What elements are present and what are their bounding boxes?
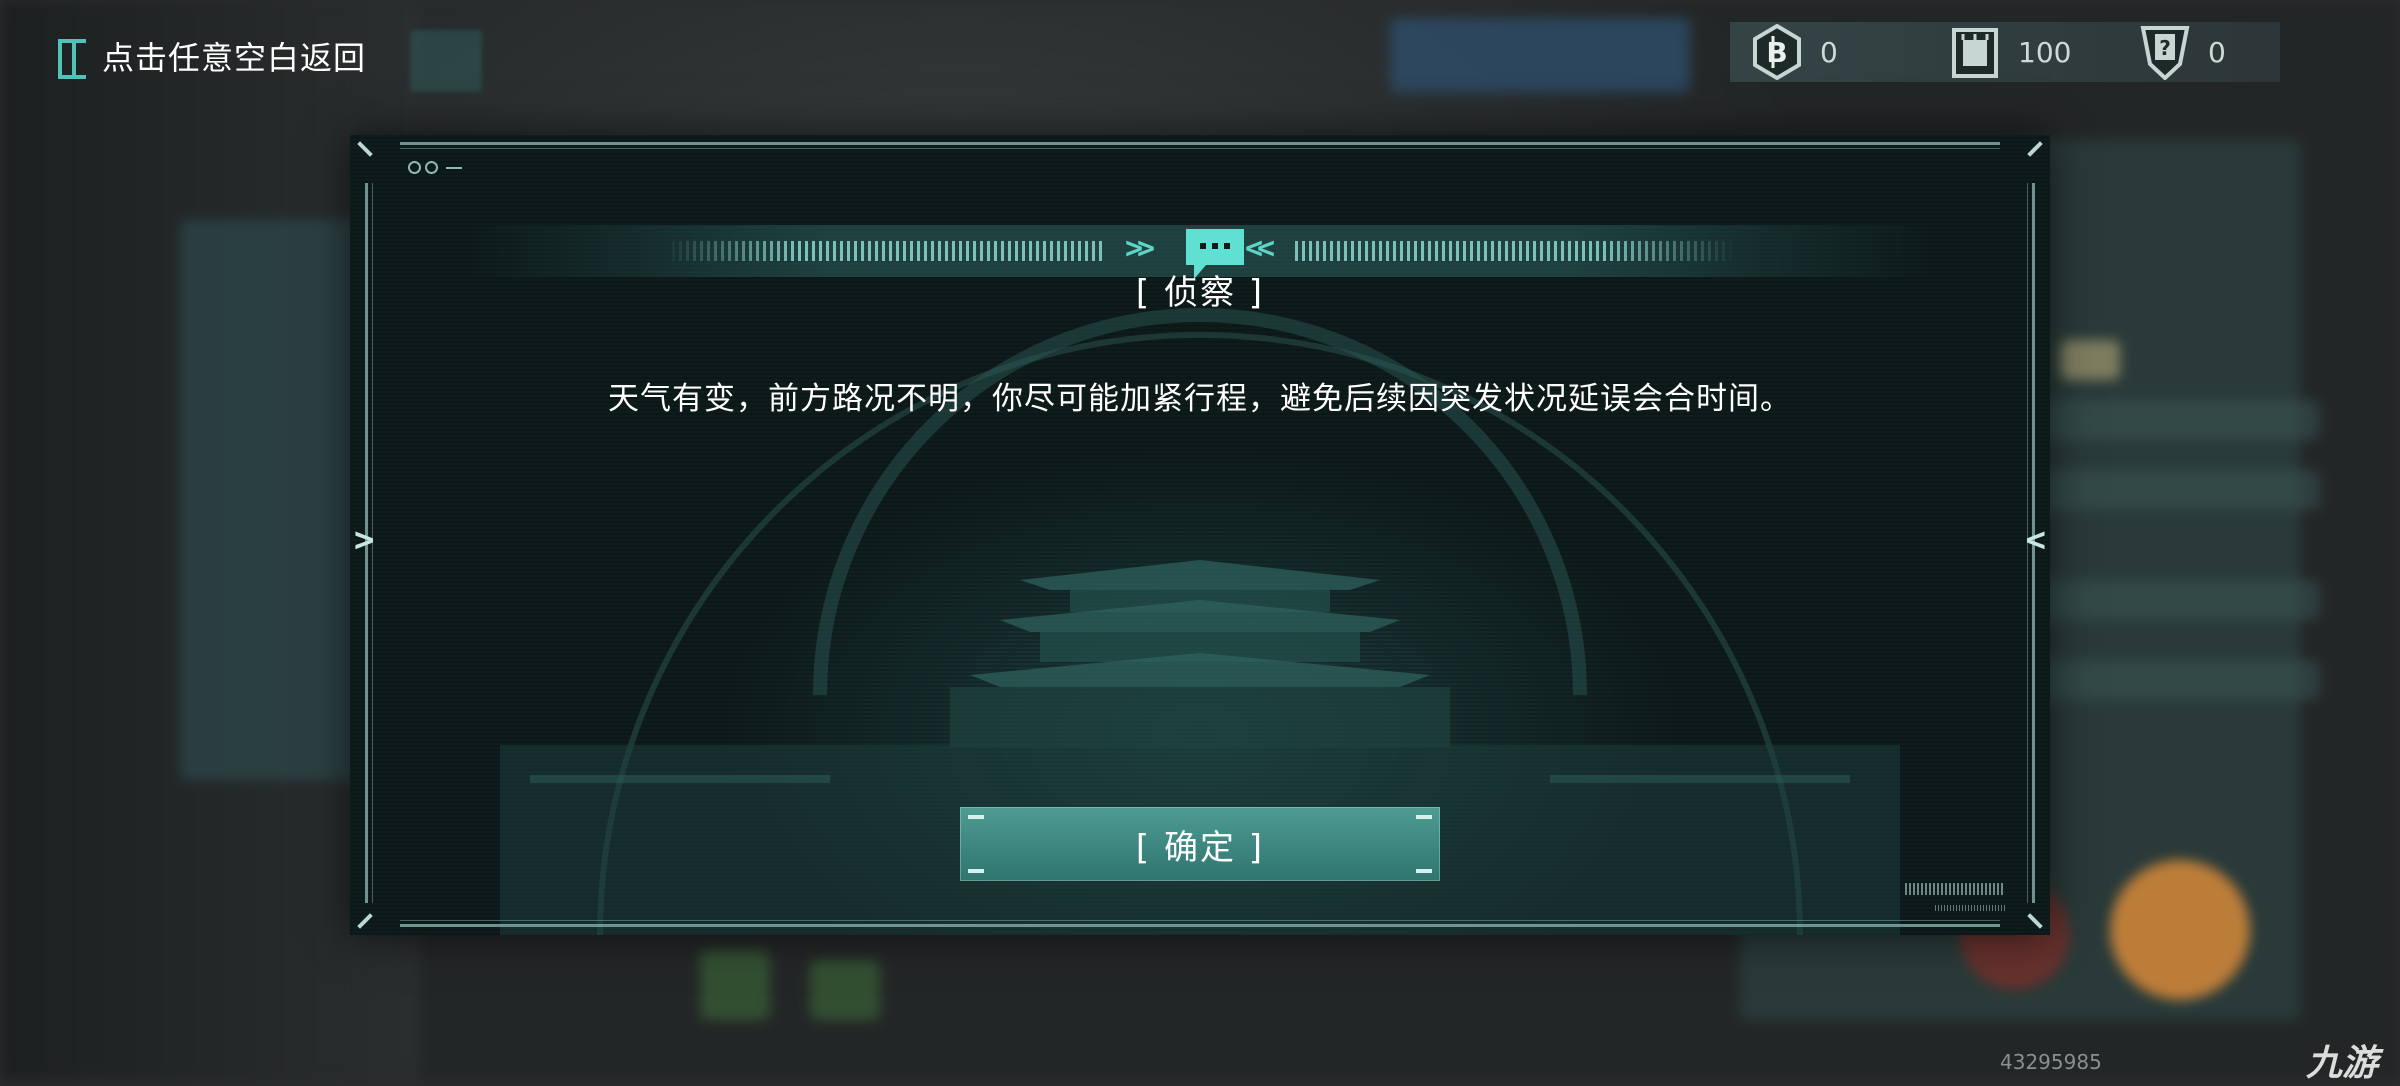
resource-chip-value: 100 [2018, 35, 2072, 69]
question-card-icon: ? [2140, 26, 2190, 80]
resource-chip[interactable]: 100 [1950, 22, 2071, 82]
dialog-title: [ 侦察 ] [1135, 273, 1265, 313]
dots-ornament-icon [408, 161, 462, 174]
chevron-left-icon: < [2025, 520, 2046, 560]
bitcoin-hex-icon: B [1753, 24, 1801, 80]
resource-mystery-value: 0 [2208, 35, 2226, 69]
corner-ornament [357, 141, 373, 157]
barcode-ornament [1905, 883, 2005, 895]
resource-coin-value: 0 [1820, 35, 1838, 69]
corner-ornament [2027, 141, 2043, 157]
menu-button-blurred [410, 30, 482, 92]
back-hint-text: 点击任意空白返回 [102, 39, 367, 77]
chevron-right-icon: > [354, 520, 375, 560]
chip-card-icon [1952, 28, 1998, 78]
corner-ornament [357, 913, 373, 929]
double-bracket-icon [58, 37, 92, 79]
svg-text:B: B [1766, 36, 1787, 69]
barcode-ornament [1935, 905, 2005, 911]
double-chevron-right-icon: >> [1125, 231, 1155, 266]
watermark-id: 43295985 [2000, 1050, 2102, 1074]
resource-bar: B 0 100 ? 0 [1730, 22, 2280, 82]
resource-mystery[interactable]: ? 0 [2140, 22, 2226, 82]
dialog-message: 天气有变，前方路况不明，你尽可能加紧行程，避免后续因突发状况延误会合时间。 [608, 381, 1792, 417]
confirm-button[interactable]: [ 确定 ] [960, 807, 1440, 881]
watermark-logo: 九游 [2306, 1043, 2379, 1084]
double-chevron-left-icon: << [1245, 231, 1275, 266]
resource-coin[interactable]: B 0 [1752, 22, 1838, 82]
corner-ornament [2027, 913, 2043, 929]
confirm-button-label: [ 确定 ] [1135, 827, 1265, 868]
back-hint[interactable]: 点击任意空白返回 [58, 30, 366, 82]
recon-dialog: > < >> << [ 侦察 ] 天气有变，前方路况不明，你尽可能加紧行程，避免… [350, 135, 2050, 935]
svg-text:?: ? [2159, 36, 2171, 60]
